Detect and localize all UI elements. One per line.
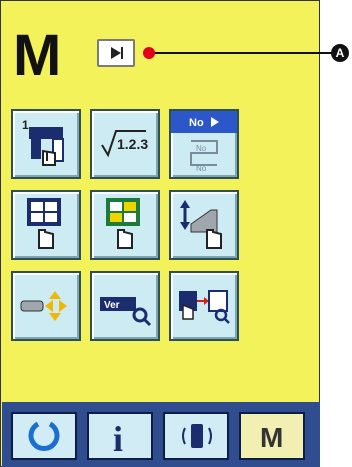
mode-title: M	[13, 23, 62, 88]
play-icon	[111, 47, 123, 59]
tile-sequence[interactable]: No No No	[169, 109, 239, 179]
machine-hand-icon: 1	[22, 118, 64, 166]
sequence-icon: No No No	[171, 111, 237, 173]
tile-version[interactable]: Ver	[90, 271, 160, 341]
svg-text:1: 1	[22, 118, 29, 132]
tile-presser-foot[interactable]	[169, 190, 239, 260]
main-panel: M 1 1.2.3 No No No Ver i M	[0, 0, 320, 467]
tile-pattern-select[interactable]	[11, 190, 81, 260]
callout-line	[148, 52, 335, 54]
mode-button[interactable]: M	[239, 412, 305, 460]
root-icon: 1.2.3	[101, 130, 148, 158]
tile-numbering[interactable]: 1.2.3	[90, 109, 160, 179]
communication-button[interactable]	[163, 412, 229, 460]
communication-icon	[182, 424, 212, 448]
tile-pattern-edit[interactable]	[90, 190, 160, 260]
reset-icon	[28, 421, 60, 452]
info-icon: i	[113, 419, 124, 459]
svg-text:Ver: Ver	[104, 300, 120, 311]
info-button[interactable]: i	[87, 412, 153, 460]
mode-letter: M	[260, 422, 284, 453]
tile-move[interactable]	[11, 271, 81, 341]
callout-dot	[143, 47, 155, 59]
svg-text:No: No	[196, 144, 207, 153]
move-icon	[20, 291, 67, 321]
next-button[interactable]	[97, 39, 135, 67]
svg-text:No: No	[189, 117, 204, 129]
presser-hand-icon	[180, 200, 222, 249]
version-search-icon: Ver	[100, 297, 152, 327]
tile-copy[interactable]	[169, 271, 239, 341]
callout-badge: A	[331, 44, 349, 62]
svg-text:1.2.3: 1.2.3	[117, 136, 148, 152]
pattern-hand-icon	[27, 198, 61, 249]
pattern-edit-hand-icon	[106, 198, 140, 249]
copy-search-icon	[179, 290, 230, 324]
svg-text:No: No	[196, 164, 207, 173]
reset-button[interactable]	[11, 412, 77, 460]
tile-home-machine[interactable]: 1	[11, 109, 81, 179]
